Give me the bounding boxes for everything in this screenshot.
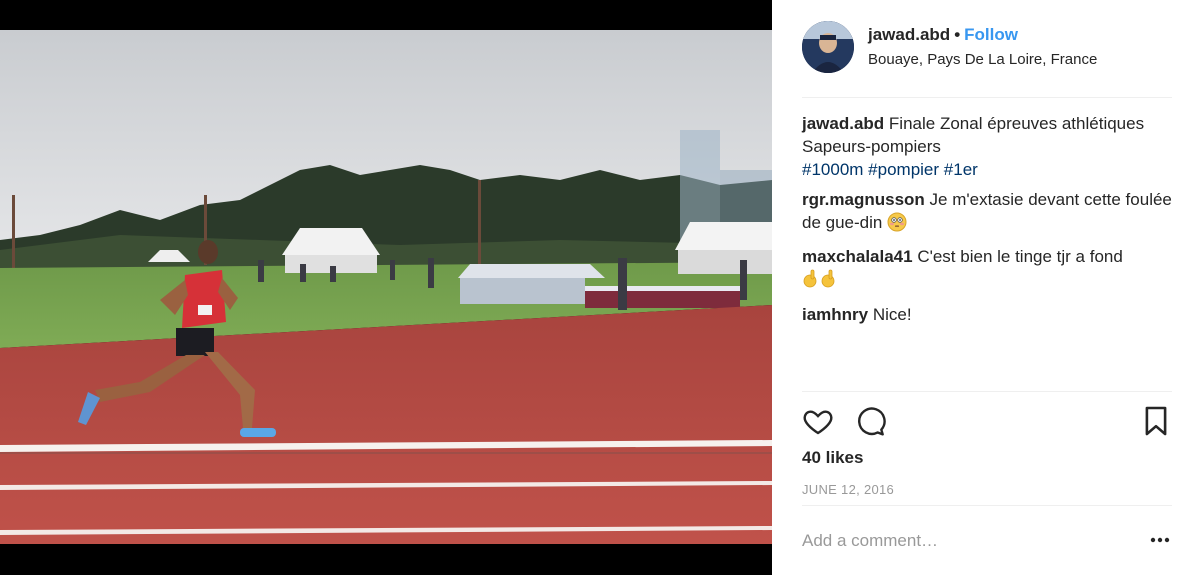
action-bar xyxy=(802,405,1170,439)
hashtag-link[interactable]: #1000m xyxy=(802,160,863,179)
photo-panel xyxy=(0,0,772,575)
post-header: jawad.abd • Follow Bouaye, Pays De La Loir… xyxy=(772,0,1200,97)
divider xyxy=(802,391,1172,392)
comment: rgr.magnusson Je m'extasie devant cette … xyxy=(802,188,1177,238)
heart-icon[interactable] xyxy=(802,405,834,442)
comment-text: Nice! xyxy=(872,305,912,324)
comment: iamhnry Nice! xyxy=(802,303,1177,326)
comment-username[interactable]: jawad.abd xyxy=(802,114,884,133)
comment-username[interactable]: rgr.magnusson xyxy=(802,190,925,209)
comment-text: C'est bien le tinge tjr a fond xyxy=(917,247,1123,266)
username-line: jawad.abd • Follow xyxy=(868,25,1018,45)
bookmark-icon[interactable] xyxy=(1143,405,1169,442)
post-username[interactable]: jawad.abd xyxy=(868,25,950,44)
running-track-photo xyxy=(0,30,772,544)
divider xyxy=(802,505,1172,506)
add-comment-input[interactable] xyxy=(802,528,1102,554)
post-details: jawad.abd • Follow Bouaye, Pays De La Loir… xyxy=(772,0,1200,575)
comment-username[interactable]: maxchalala41 xyxy=(802,247,913,266)
ok-hand-emoji xyxy=(802,268,842,296)
comments-list: jawad.abd Finale Zonal épreuves athlétiq… xyxy=(802,112,1177,333)
divider xyxy=(802,97,1172,98)
comment-bubble-icon[interactable] xyxy=(854,405,886,442)
comment-username[interactable]: iamhnry xyxy=(802,305,868,324)
flushed-face-emoji xyxy=(887,212,907,238)
like-count[interactable]: 40 likes xyxy=(802,448,863,468)
hashtag-link[interactable]: #1er xyxy=(944,160,978,179)
post-location[interactable]: Bouaye, Pays De La Loire, France xyxy=(868,51,1097,68)
avatar[interactable] xyxy=(802,21,854,73)
follow-button[interactable]: Follow xyxy=(964,25,1018,44)
separator-dot: • xyxy=(954,25,961,44)
caption: jawad.abd Finale Zonal épreuves athlétiq… xyxy=(802,112,1177,181)
post-date[interactable]: JUNE 12, 2016 xyxy=(802,482,894,497)
more-options-icon[interactable] xyxy=(1148,530,1172,550)
post-photo[interactable] xyxy=(0,30,772,544)
hashtag-link[interactable]: #pompier xyxy=(868,160,939,179)
comment: maxchalala41 C'est bien le tinge tjr a f… xyxy=(802,245,1177,296)
